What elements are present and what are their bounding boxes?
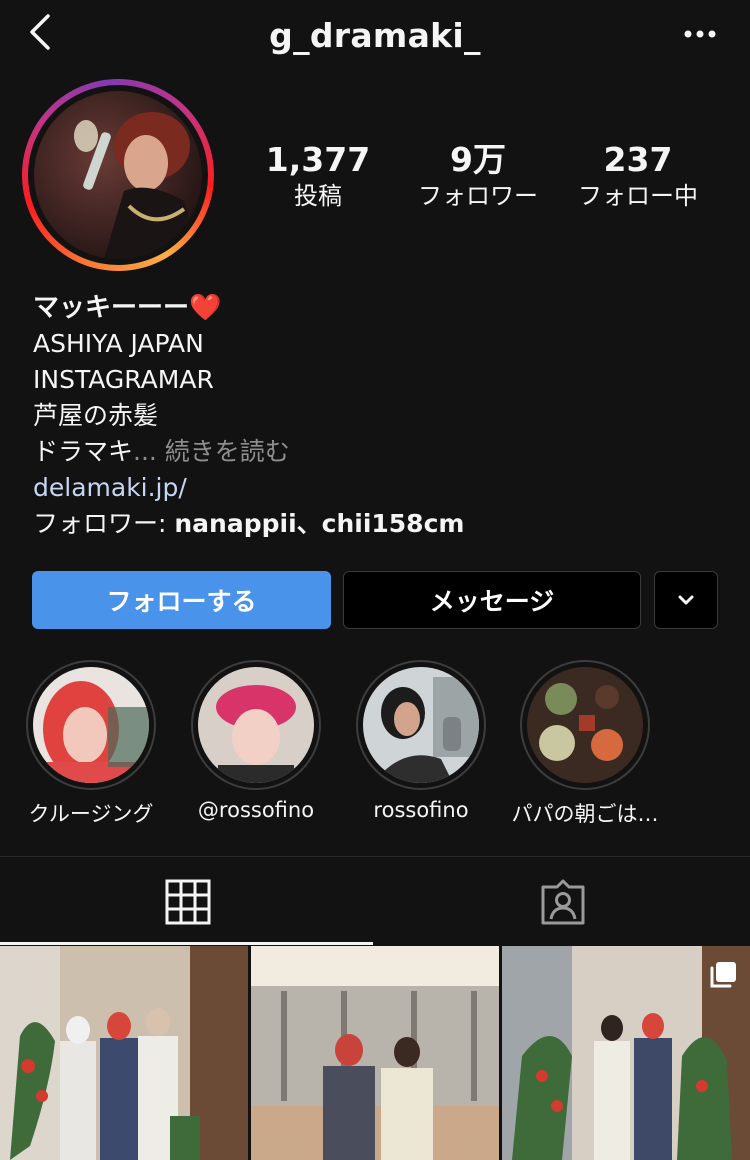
highlight-label: @rossofino bbox=[197, 798, 315, 822]
multiple-posts-icon bbox=[710, 962, 736, 988]
top-bar: g_dramaki_ bbox=[0, 0, 750, 72]
stat-following[interactable]: 237 フォロー中 bbox=[553, 140, 723, 212]
website-link[interactable]: delamaki.jp/ bbox=[33, 470, 723, 506]
post-thumbnail[interactable] bbox=[251, 946, 499, 1160]
stat-followers[interactable]: 9万 フォロワー bbox=[393, 140, 563, 212]
active-tab-indicator bbox=[0, 942, 373, 945]
bio-line: ASHIYA JAPAN bbox=[33, 329, 204, 358]
profile-username: g_dramaki_ bbox=[269, 16, 481, 55]
bio-line-truncated: ドラマキ... 続きを読む bbox=[33, 434, 723, 470]
bio-line: ドラマキ bbox=[33, 437, 134, 466]
stat-following-value: 237 bbox=[603, 140, 673, 179]
highlight-label: パパの朝ごは… bbox=[511, 802, 659, 826]
stat-posts-label: 投稿 bbox=[294, 182, 342, 210]
bio-line: INSTAGRAMAR bbox=[33, 365, 214, 394]
stat-following-label: フォロー中 bbox=[578, 182, 698, 210]
highlight-item[interactable]: クルージング bbox=[16, 660, 166, 828]
message-button[interactable]: メッセージ bbox=[343, 571, 641, 629]
highlight-item[interactable]: rossofino bbox=[346, 660, 496, 822]
highlight-label: rossofino bbox=[373, 798, 469, 822]
grid-icon bbox=[165, 879, 210, 925]
followed-by-prefix: フォロワー: bbox=[33, 509, 175, 538]
stat-followers-value: 9万 bbox=[450, 140, 506, 179]
tab-tagged[interactable] bbox=[375, 860, 750, 944]
bio-line: 芦屋の赤髪 bbox=[33, 401, 159, 430]
stat-posts-value: 1,377 bbox=[265, 140, 371, 179]
suggested-dropdown-button[interactable] bbox=[654, 571, 718, 629]
tab-posts-grid[interactable] bbox=[0, 860, 375, 944]
more-dots-icon[interactable] bbox=[680, 22, 720, 46]
bio: マッキーーー❤️ ASHIYA JAPAN INSTAGRAMAR 芦屋の赤髪 … bbox=[33, 290, 723, 542]
post-thumbnail[interactable] bbox=[0, 946, 248, 1160]
read-more-link[interactable]: ... 続きを読む bbox=[133, 437, 290, 466]
story-ring[interactable] bbox=[22, 79, 214, 271]
followed-by[interactable]: フォロワー: nanappii、chii158cm bbox=[33, 506, 723, 542]
stat-posts[interactable]: 1,377 投稿 bbox=[233, 140, 403, 212]
highlight-cover bbox=[527, 667, 643, 783]
tab-divider bbox=[0, 856, 750, 857]
tagged-person-icon bbox=[541, 879, 584, 925]
display-name: マッキーーー❤️ bbox=[33, 293, 222, 323]
stat-followers-label: フォロワー bbox=[418, 182, 538, 210]
chevron-down-icon bbox=[678, 595, 694, 605]
highlight-item[interactable]: パパの朝ごは… bbox=[510, 660, 660, 828]
avatar[interactable] bbox=[34, 91, 202, 259]
followed-by-names: nanappii、chii158cm bbox=[174, 509, 465, 538]
highlight-item[interactable]: @rossofino bbox=[181, 660, 331, 822]
highlight-cover bbox=[198, 667, 314, 783]
highlight-cover bbox=[33, 667, 149, 783]
post-thumbnail[interactable] bbox=[502, 946, 750, 1160]
follow-button[interactable]: フォローする bbox=[32, 571, 331, 629]
highlight-label: クルージング bbox=[28, 802, 154, 826]
highlight-cover bbox=[363, 667, 479, 783]
